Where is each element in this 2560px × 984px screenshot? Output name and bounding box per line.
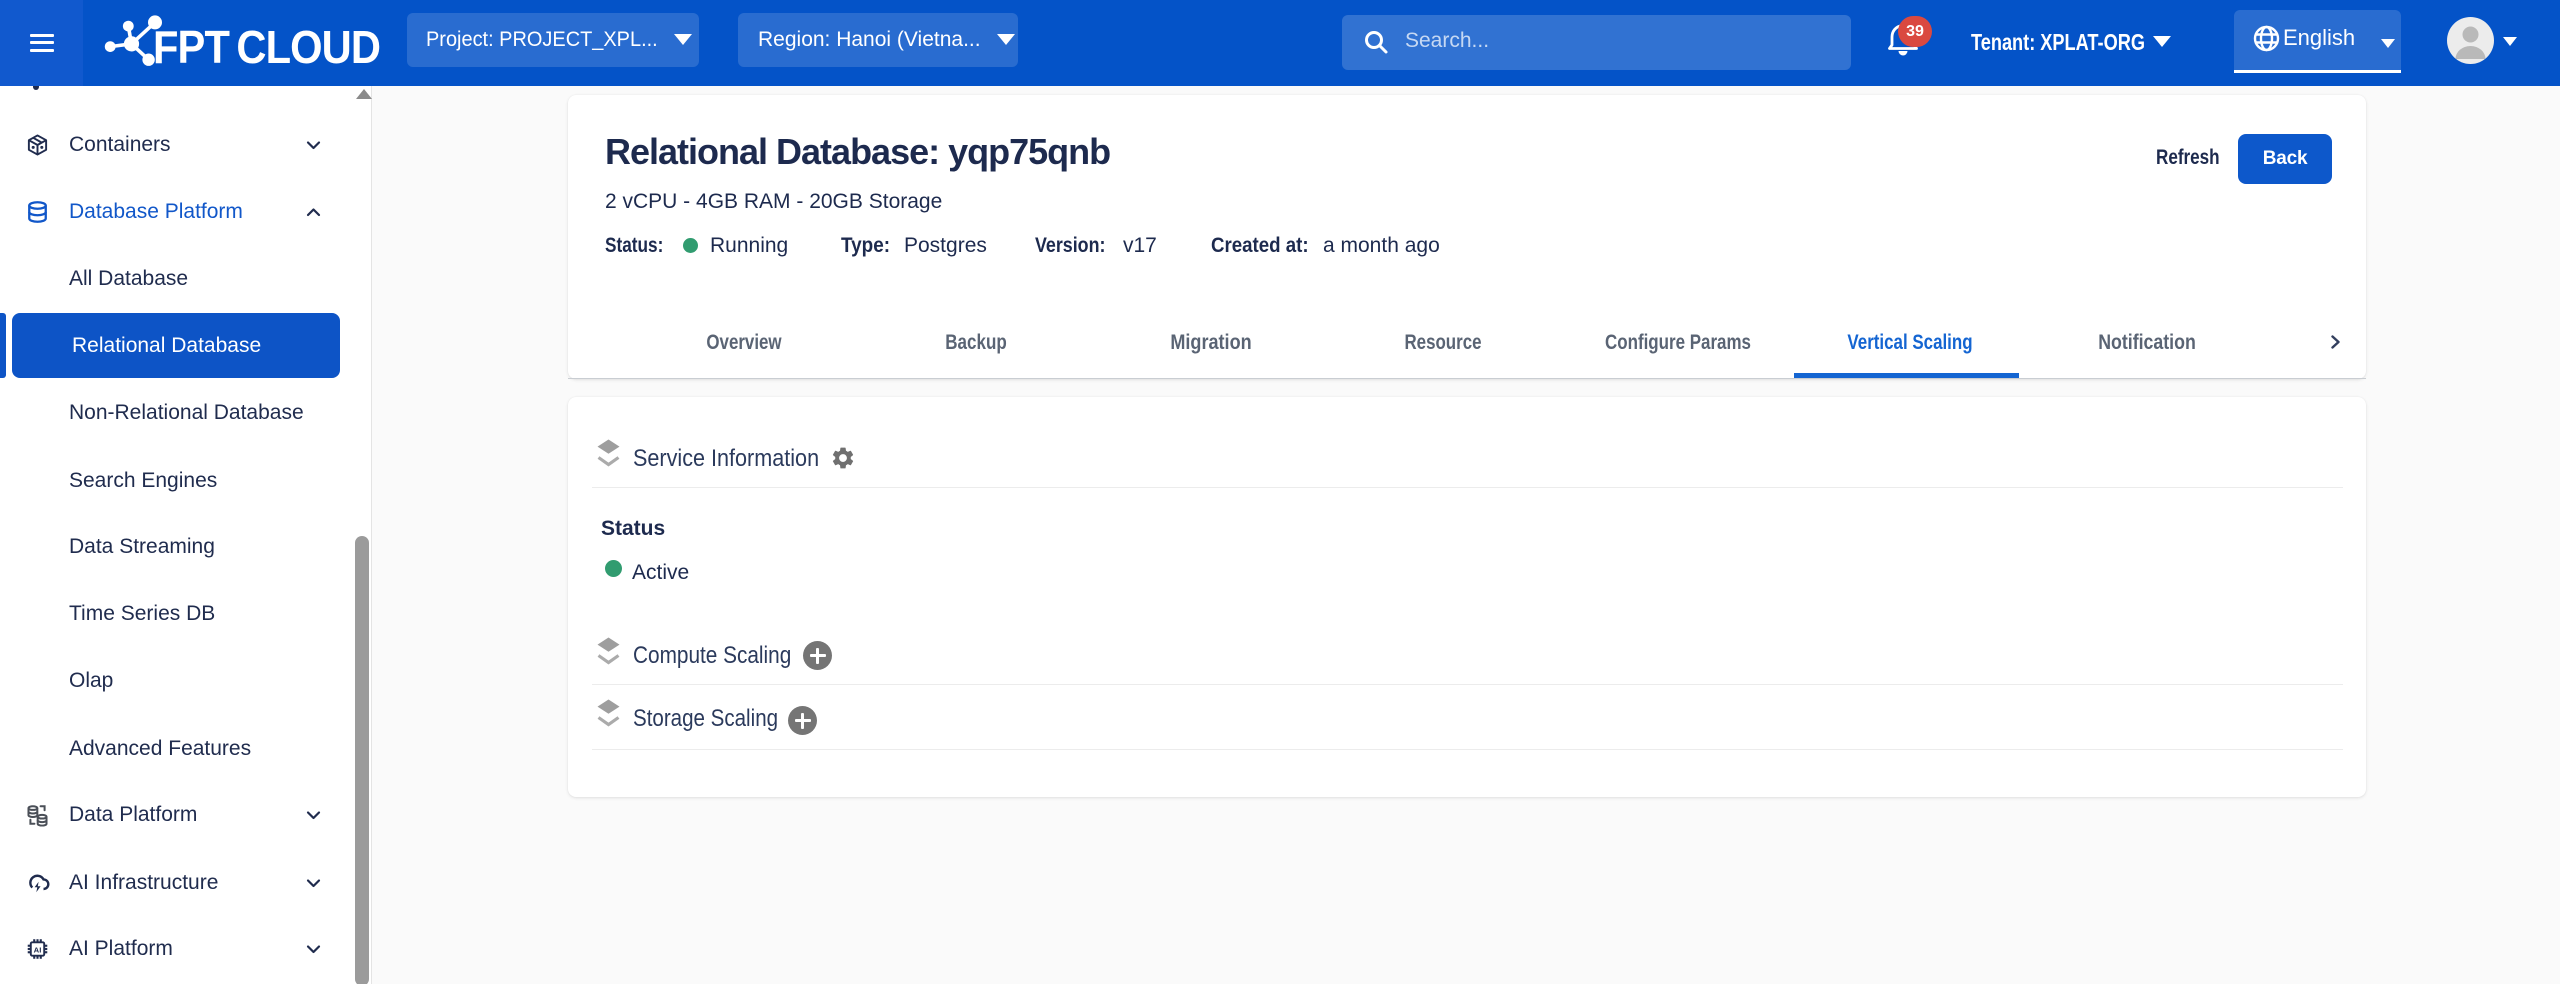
svg-text:AI: AI	[34, 945, 42, 954]
